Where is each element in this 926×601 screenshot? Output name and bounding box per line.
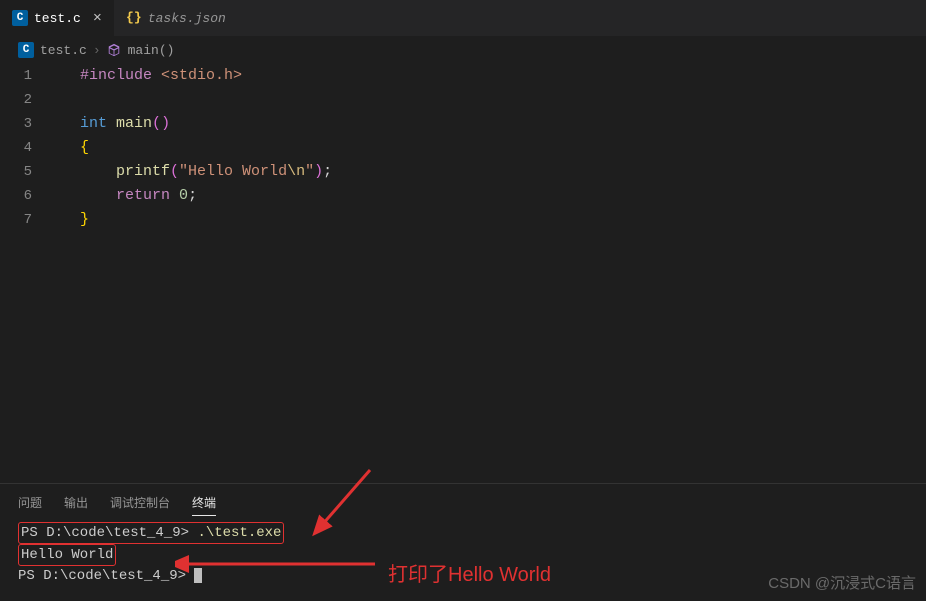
line-number: 7 <box>0 208 32 232</box>
code-editor[interactable]: 1 2 3 4 5 6 7 #include <stdio.h> int mai… <box>0 64 926 232</box>
terminal-output: Hello World <box>18 544 116 566</box>
tab-label: test.c <box>34 11 81 26</box>
line-number: 3 <box>0 112 32 136</box>
breadcrumb: C test.c › main() <box>0 36 926 64</box>
tab-tasks-json[interactable]: {} tasks.json <box>114 0 238 36</box>
panel-tab-terminal[interactable]: 终端 <box>192 494 216 516</box>
code-area[interactable]: #include <stdio.h> int main() { printf("… <box>50 64 926 232</box>
watermark: CSDN @沉浸式C语言 <box>768 572 916 593</box>
terminal-line: PS D:\code\test_4_9> .\test.exe <box>18 522 284 544</box>
line-number: 6 <box>0 184 32 208</box>
close-icon[interactable]: × <box>93 10 102 27</box>
json-file-icon: {} <box>126 10 142 26</box>
line-number: 2 <box>0 88 32 112</box>
annotation-text: 打印了Hello World <box>388 558 551 587</box>
panel-tab-debug-console[interactable]: 调试控制台 <box>110 494 170 516</box>
line-number: 4 <box>0 136 32 160</box>
terminal-prompt: PS D:\code\test_4_9> <box>18 568 186 584</box>
tab-label: tasks.json <box>148 11 226 26</box>
c-file-icon: C <box>12 10 28 26</box>
line-number: 1 <box>0 64 32 88</box>
panel-tab-output[interactable]: 输出 <box>64 494 88 516</box>
c-file-icon: C <box>18 42 34 58</box>
symbol-method-icon <box>107 43 122 58</box>
tab-test-c[interactable]: C test.c × <box>0 0 114 36</box>
breadcrumb-file[interactable]: test.c <box>40 43 87 58</box>
panel-tabs: 问题 输出 调试控制台 终端 <box>0 484 926 520</box>
breadcrumb-symbol[interactable]: main() <box>128 43 175 58</box>
terminal-cursor <box>194 568 202 583</box>
chevron-right-icon: › <box>93 43 101 58</box>
line-number: 5 <box>0 160 32 184</box>
editor-tabs: C test.c × {} tasks.json <box>0 0 926 36</box>
line-gutter: 1 2 3 4 5 6 7 <box>0 64 50 232</box>
panel-tab-problems[interactable]: 问题 <box>18 494 42 516</box>
